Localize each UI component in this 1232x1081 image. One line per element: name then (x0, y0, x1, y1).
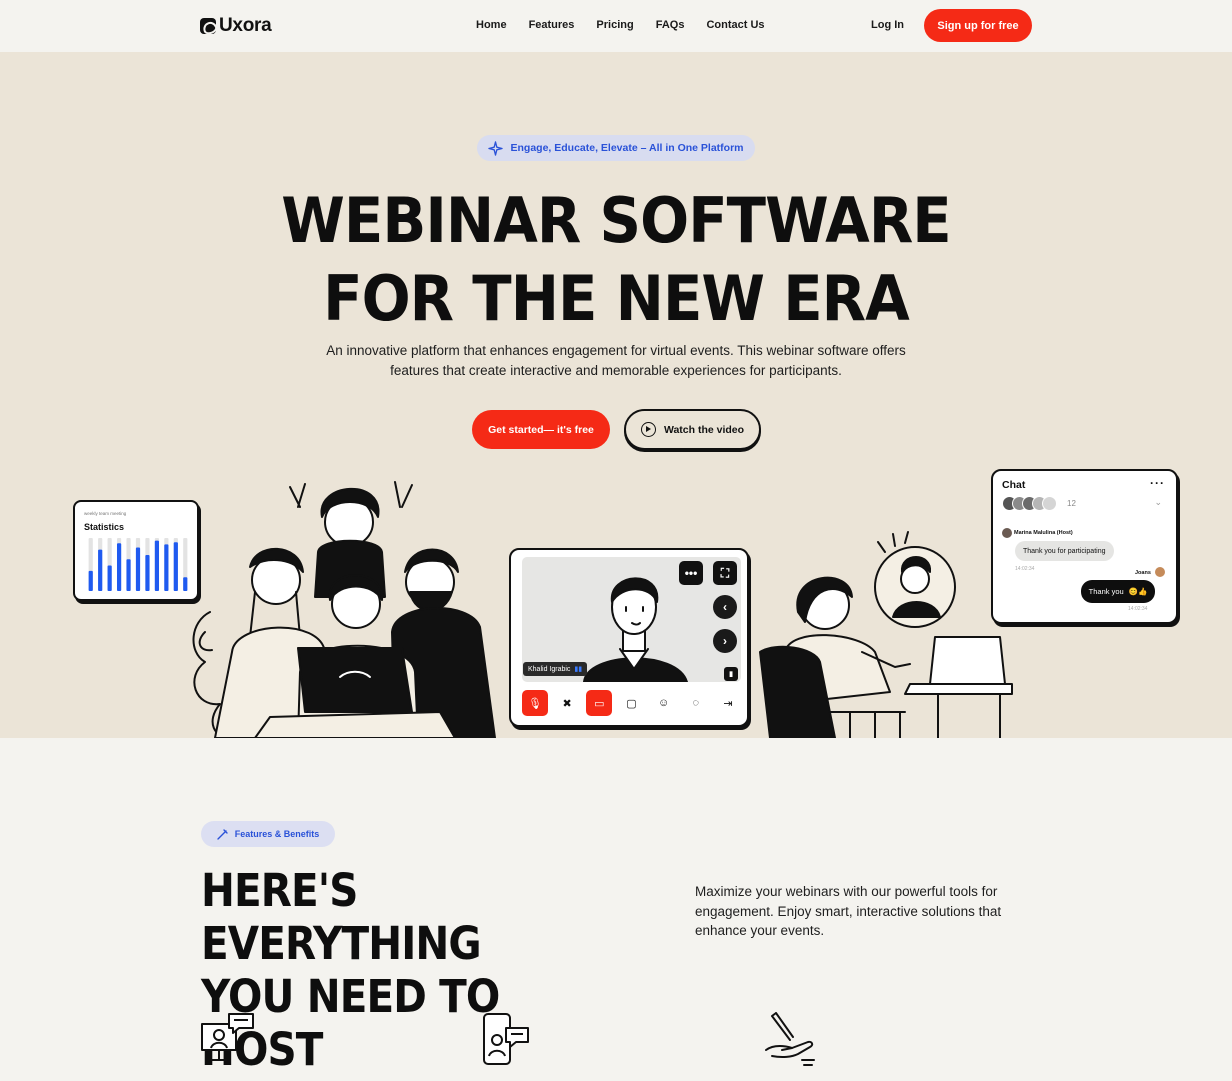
mute-mic-button[interactable]: 🎙 (522, 690, 548, 716)
outgoing-message: Thank you 😊👍 (1081, 580, 1155, 603)
hero-title-line-2: FOR THE NEW ERA (323, 262, 910, 335)
features-badge: Features & Benefits (201, 821, 335, 847)
features-title-line-1: HERE'S EVERYTHING (201, 864, 482, 970)
previous-button[interactable]: ‹ (713, 595, 737, 619)
leave-call-button[interactable]: ⇥ (715, 690, 741, 716)
play-icon (640, 422, 656, 437)
bar (135, 547, 141, 591)
statistics-title: Statistics (84, 522, 125, 532)
incoming-message: Thank you for participating (1015, 541, 1114, 561)
nav-link-pricing[interactable]: Pricing (596, 19, 633, 31)
watch-video-label: Watch the video (663, 423, 745, 436)
nav-link-contact[interactable]: Contact Us (706, 19, 764, 31)
features-badge-text: Features & Benefits (234, 829, 320, 839)
brand-name: Uxora (219, 15, 272, 36)
statistics-caption: weekly team meeting (84, 511, 127, 516)
reply-author: Joans (1135, 570, 1151, 576)
bar (154, 540, 160, 591)
statistics-card: weekly team meeting Statistics (73, 500, 199, 601)
nav-link-faqs[interactable]: FAQs (656, 19, 685, 31)
incoming-message-time: 14:02:34 (1015, 566, 1035, 572)
next-button[interactable]: › (713, 629, 737, 653)
bar (183, 577, 188, 591)
chat-card: Chat ··· 12 ⌄ Marina Malulina (Host) Tha… (991, 469, 1178, 624)
nav-link-features[interactable]: Features (529, 19, 575, 31)
fullscreen-button[interactable]: ⛶ (713, 561, 737, 585)
host-name: Marina Malulina (Host) (1014, 530, 1073, 536)
hero-section: Engage, Educate, Elevate – All in One Pl… (0, 52, 1232, 738)
statistics-bar-chart (88, 538, 188, 591)
outgoing-message-time: 14:02:34 (1128, 606, 1148, 612)
hand-pen-icon (765, 1012, 815, 1066)
get-started-button[interactable]: Get started— it's free (472, 410, 610, 449)
signup-button[interactable]: Sign up for free (924, 9, 1032, 42)
call-toolbar: 🎙 ✖ ▭ ▢ ☺ ◌ ⇥ (522, 689, 741, 717)
host-avatar (1002, 528, 1012, 538)
hero-badge: Engage, Educate, Elevate – All in One Pl… (477, 135, 755, 161)
features-description: Maximize your webinars with our powerful… (695, 884, 1002, 938)
avatar (1042, 496, 1057, 511)
chat-more-icon[interactable]: ··· (1150, 476, 1165, 490)
hero-badge-text: Engage, Educate, Elevate – All in One Pl… (510, 142, 744, 154)
participants-button[interactable]: ☺ (651, 690, 677, 716)
participant-count: 12 (1067, 499, 1076, 508)
audio-level-icon: ▮ (724, 667, 738, 681)
reply-author-avatar (1155, 567, 1165, 577)
nav-links: Home Features Pricing FAQs Contact Us (476, 19, 765, 31)
more-options-button[interactable]: ••• (679, 561, 703, 585)
flag-button[interactable]: ✖ (554, 690, 580, 716)
hero-title: WEBINAR SOFTWARE FOR THE NEW ERA (43, 182, 1189, 338)
login-link[interactable]: Log In (871, 19, 904, 31)
features-title: HERE'S EVERYTHING YOU NEED TO HOST (201, 864, 615, 1076)
outgoing-message-emoji: 😊👍 (1128, 587, 1148, 596)
hero-title-line-1: WEBINAR SOFTWARE (281, 184, 951, 257)
bar (145, 554, 150, 591)
chat-title: Chat (1002, 479, 1026, 491)
bar (164, 544, 169, 591)
participant-name: Khalid Igrabic (528, 665, 571, 673)
camera-off-button[interactable]: ▭ (586, 690, 613, 716)
presenter-screen-icon (201, 1013, 254, 1061)
hero-subtitle: An innovative platform that enhances eng… (326, 343, 906, 378)
brand-logo[interactable]: Uxora (200, 15, 272, 37)
bar (88, 570, 93, 591)
top-nav: Uxora Home Features Pricing FAQs Contact… (0, 0, 1232, 52)
participant-avatars (1002, 496, 1057, 511)
share-screen-button[interactable]: ▢ (618, 690, 644, 716)
chat-button[interactable]: ◌ (683, 690, 709, 716)
bar (98, 549, 103, 591)
logo-icon (200, 18, 216, 34)
audio-wave-icon: ▮▮ (574, 666, 583, 673)
watch-video-button[interactable]: Watch the video (624, 409, 761, 450)
bar (116, 543, 122, 591)
video-call-card: ••• ⛶ ‹ › ▮ Khalid Igrabic ▮▮ 🎙 ✖ ▭ ▢ ☺ … (509, 548, 749, 727)
sparkle-icon (488, 140, 504, 156)
bar (173, 542, 178, 591)
nav-link-home[interactable]: Home (476, 19, 507, 31)
bar (107, 565, 112, 591)
participant-name-tag: Khalid Igrabic ▮▮ (523, 662, 588, 676)
bar (126, 559, 131, 591)
mobile-chat-icon (483, 1013, 529, 1065)
sparkle-pen-icon (217, 829, 228, 840)
chevron-down-icon[interactable]: ⌄ (1154, 497, 1162, 508)
outgoing-message-text: Thank you (1088, 587, 1124, 596)
